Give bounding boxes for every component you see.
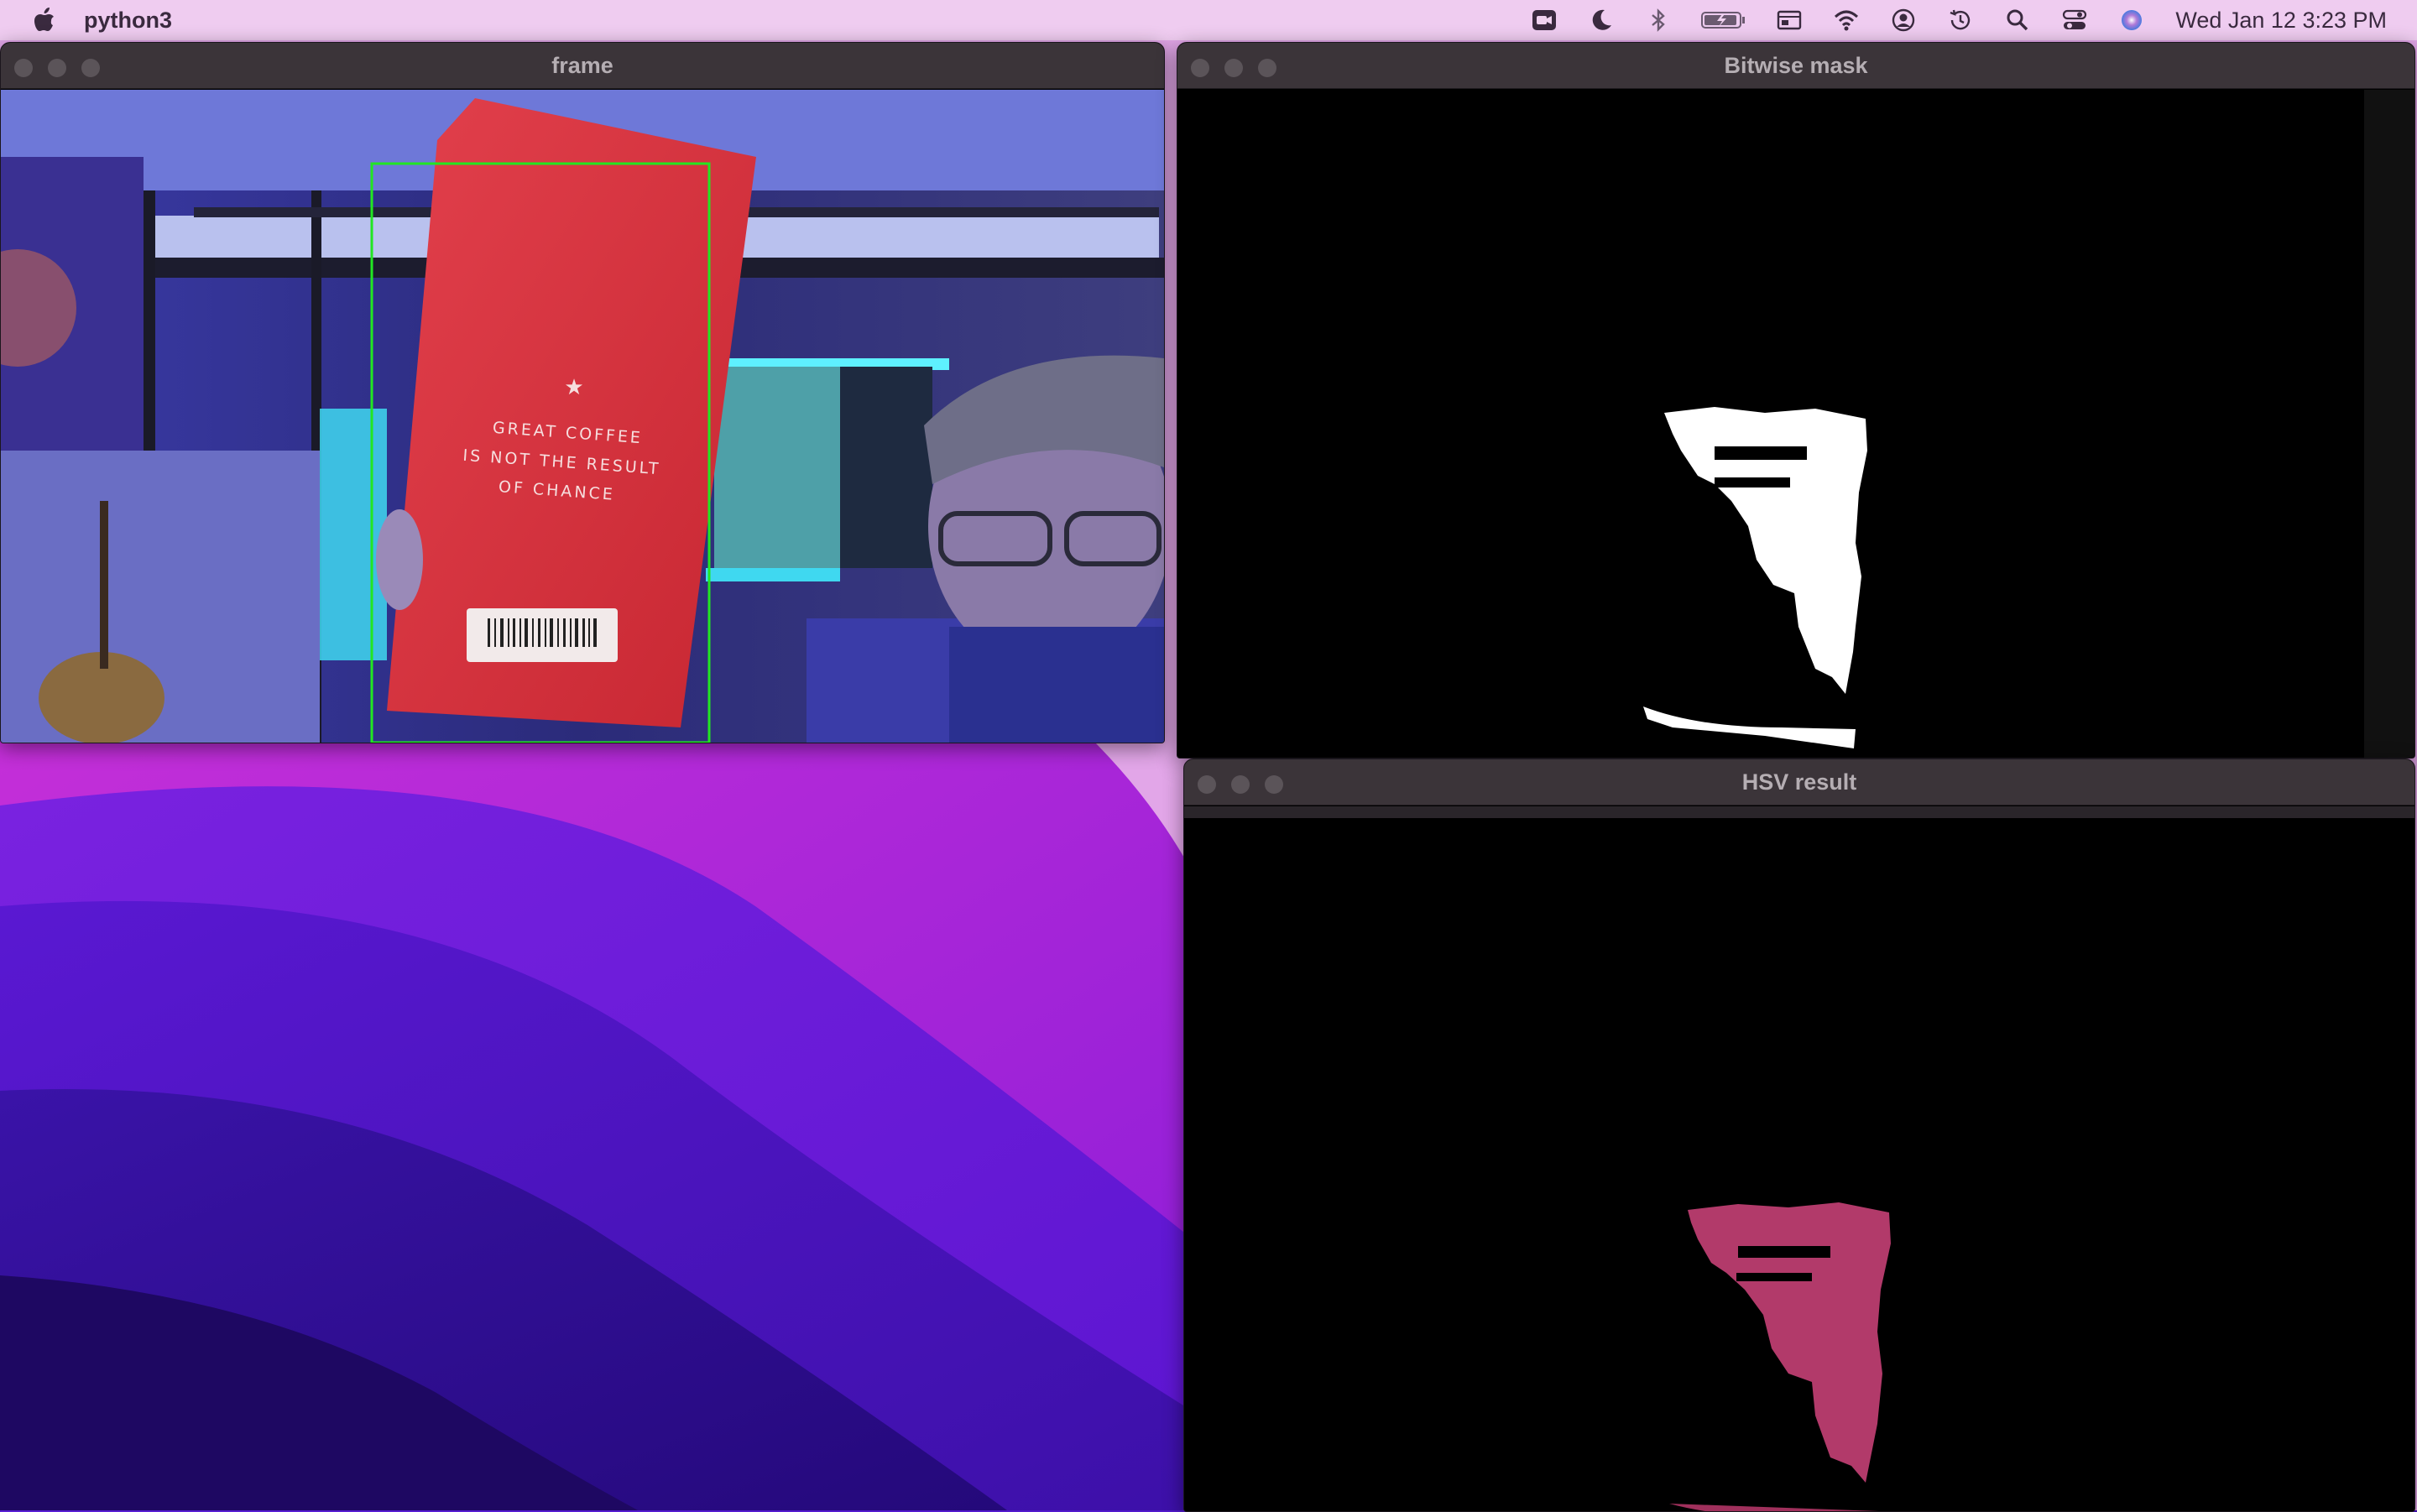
minimize-button[interactable]	[48, 59, 66, 77]
minimize-button[interactable]	[1231, 775, 1250, 794]
zoom-button[interactable]	[1258, 59, 1276, 77]
siri-icon[interactable]	[2117, 5, 2147, 35]
frame-window[interactable]: frame ★ GREAT COFFEE IS NOT THE RESULT O…	[0, 42, 1165, 743]
camera-image: ★ GREAT COFFEE IS NOT THE RESULT OF CHAN…	[1, 90, 1164, 743]
mask-image	[1177, 90, 2414, 758]
status-area: Wed Jan 12 3:23 PM	[1502, 0, 2387, 40]
app-menu-name[interactable]: python3	[84, 8, 172, 34]
search-icon[interactable]	[2002, 5, 2033, 35]
close-button[interactable]	[1198, 775, 1216, 794]
menubar-clock[interactable]: Wed Jan 12 3:23 PM	[2175, 8, 2387, 34]
window-title: frame	[551, 52, 613, 78]
hsv-toolbar-strip	[1184, 806, 2414, 818]
hsv-blob	[1184, 820, 2414, 1511]
frame-titlebar[interactable]: frame	[1, 43, 1164, 89]
moon-icon[interactable]	[1586, 5, 1616, 35]
close-button[interactable]	[14, 59, 33, 77]
minimize-button[interactable]	[1224, 59, 1243, 77]
battery-icon	[1700, 5, 1747, 35]
mask-blob	[1177, 90, 2414, 758]
time-machine-icon[interactable]	[1945, 5, 1976, 35]
user-icon[interactable]	[1888, 5, 1918, 35]
hsv-titlebar[interactable]: HSV result	[1184, 759, 2414, 806]
close-button[interactable]	[1191, 59, 1209, 77]
window-title: HSV result	[1741, 769, 1857, 795]
video-icon[interactable]	[1529, 5, 1559, 35]
camera-feed: ★ GREAT COFFEE IS NOT THE RESULT OF CHAN…	[1, 90, 1164, 743]
hsv-result-window[interactable]: HSV result	[1183, 759, 2415, 1512]
hsv-image	[1184, 820, 2414, 1511]
control-center-icon[interactable]	[2059, 5, 2090, 35]
window-title: Bitwise mask	[1724, 52, 1868, 78]
bitwise-mask-window[interactable]: Bitwise mask	[1177, 42, 2415, 759]
apple-menu-icon[interactable]	[34, 8, 55, 33]
zoom-button[interactable]	[1265, 775, 1283, 794]
mask-titlebar[interactable]: Bitwise mask	[1177, 43, 2414, 89]
zoom-button[interactable]	[81, 59, 100, 77]
bluetooth-icon[interactable]	[1643, 5, 1673, 35]
wifi-icon[interactable]	[1831, 5, 1861, 35]
display-icon[interactable]	[1774, 5, 1804, 35]
menu-bar: python3 Wed Jan 12 3:23 PM	[0, 0, 2417, 40]
bag-star: ★	[564, 375, 583, 400]
